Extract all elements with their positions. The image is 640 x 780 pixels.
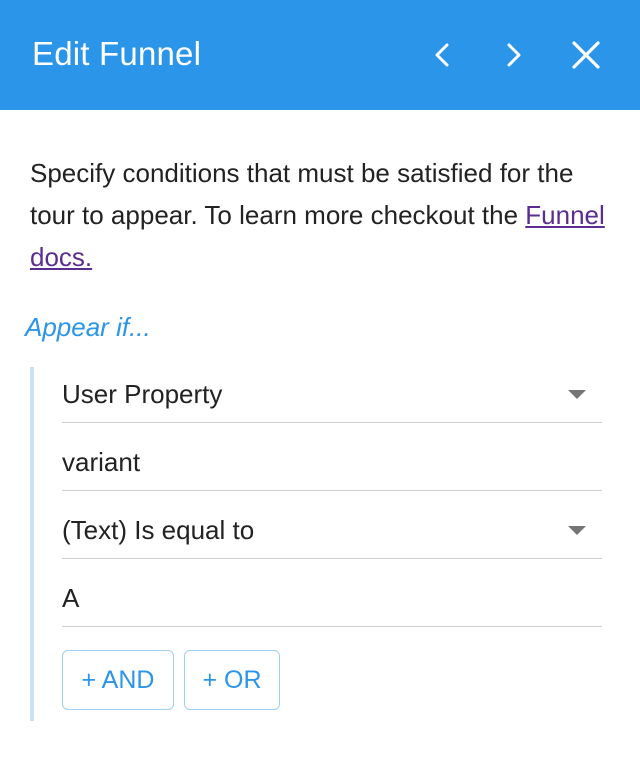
property-name-input[interactable]: variant — [62, 435, 602, 491]
operator-select[interactable]: (Text) Is equal to — [62, 503, 602, 559]
condition-value-input[interactable]: A — [62, 571, 602, 627]
previous-button[interactable] — [422, 33, 462, 77]
funnel-description: Specify conditions that must be satisfie… — [30, 152, 620, 278]
panel-title: Edit Funnel — [32, 35, 202, 72]
add-or-button[interactable]: + OR — [184, 650, 280, 710]
dropdown-arrow-icon — [568, 526, 586, 535]
description-text: Specify conditions that must be satisfie… — [30, 158, 574, 230]
operator-value: (Text) Is equal to — [62, 515, 255, 545]
dropdown-arrow-icon — [568, 390, 586, 399]
edit-funnel-panel: Edit Funnel Specify conditions that must… — [0, 0, 640, 780]
chevron-left-icon — [435, 43, 449, 67]
condition-value: A — [62, 583, 80, 613]
appear-if-label: Appear if... — [25, 312, 151, 342]
property-name-value: variant — [62, 447, 141, 477]
condition-group: User Property variant (Text) Is equal to… — [30, 367, 602, 721]
chevron-right-icon — [507, 43, 521, 67]
property-type-select[interactable]: User Property — [62, 367, 602, 423]
panel-header: Edit Funnel — [0, 0, 640, 110]
close-icon — [572, 41, 600, 69]
close-button[interactable] — [566, 33, 606, 77]
property-type-value: User Property — [62, 379, 223, 409]
add-and-button[interactable]: + AND — [62, 650, 174, 710]
next-button[interactable] — [494, 33, 534, 77]
